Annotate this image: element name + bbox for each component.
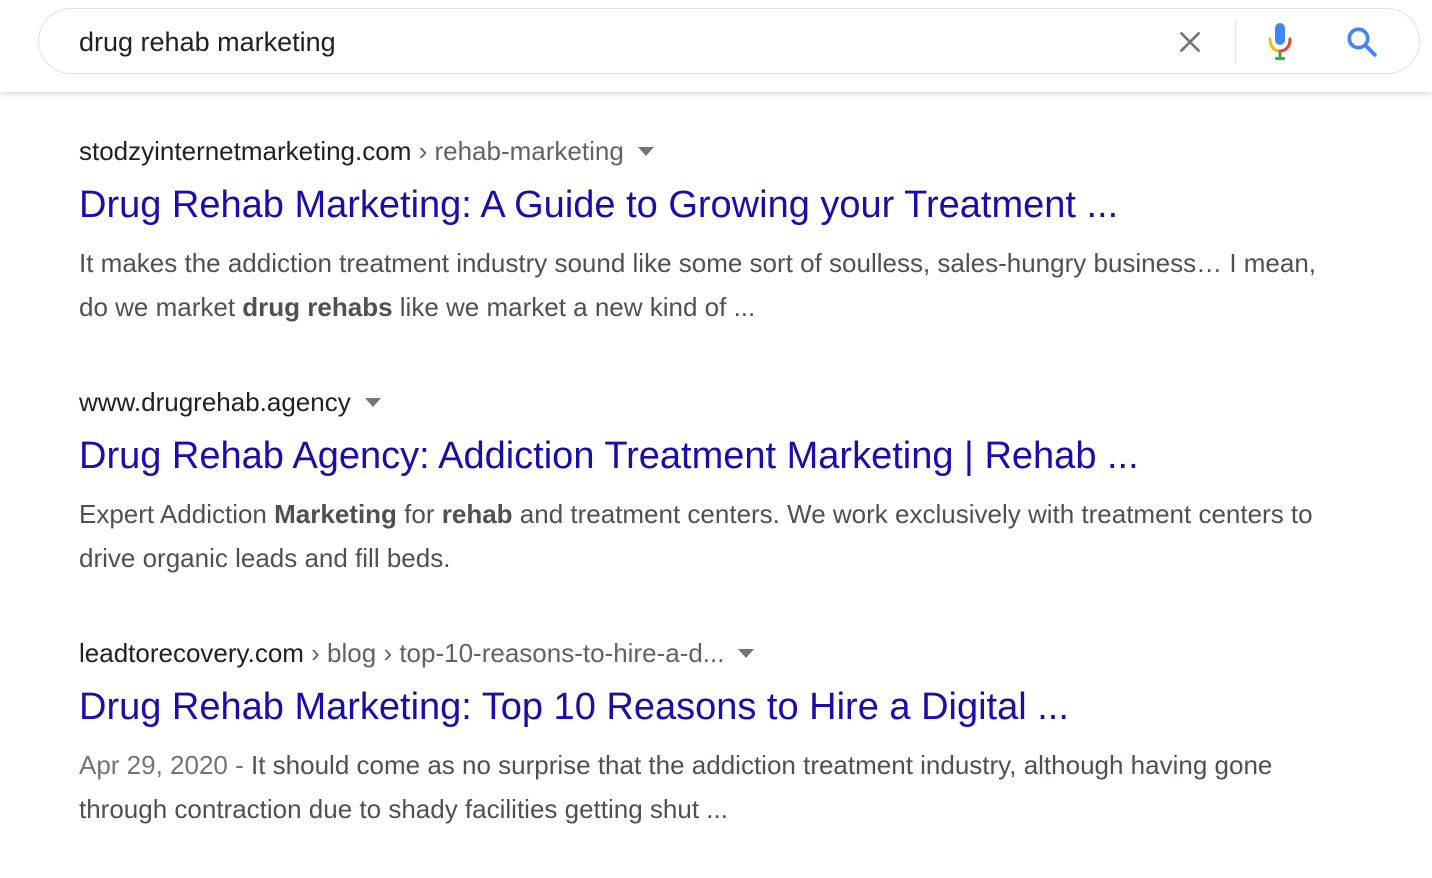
search-input[interactable] <box>79 23 1159 61</box>
result-path: › rehab-marketing <box>411 136 624 166</box>
search-box[interactable] <box>38 8 1420 74</box>
result-snippet: Expert Addiction Marketing for rehab and… <box>79 499 1313 573</box>
result-date: Apr 29, 2020 - <box>79 750 251 780</box>
search-result: leadtorecovery.com › blog › top-10-reaso… <box>79 627 1339 878</box>
result-domain: stodzyinternetmarketing.com <box>79 136 412 166</box>
chevron-down-icon[interactable] <box>738 648 755 658</box>
result-path: › blog › top-10-reasons-to-hire-a-d... <box>303 638 725 668</box>
search-result: stodzyinternetmarketing.com › rehab-mark… <box>79 125 1339 376</box>
search-button[interactable] <box>1341 21 1383 63</box>
result-title-link[interactable]: Drug Rehab Marketing: A Guide to Growing… <box>79 181 1118 229</box>
result-title-link[interactable]: Drug Rehab Marketing: Top 10 Reasons to … <box>79 683 1069 731</box>
search-header <box>0 0 1432 92</box>
result-url[interactable]: www.drugrehab.agency <box>79 386 381 418</box>
result-snippet: It makes the addiction treatment industr… <box>79 248 1317 322</box>
result-domain: www.drugrehab.agency <box>79 387 351 417</box>
close-icon <box>1180 32 1200 52</box>
result-domain: leadtorecovery.com <box>79 638 304 668</box>
voice-search-button[interactable] <box>1260 20 1300 64</box>
search-results: stodzyinternetmarketing.com › rehab-mark… <box>79 125 1339 878</box>
chevron-down-icon[interactable] <box>364 397 381 407</box>
microphone-icon <box>1268 23 1292 60</box>
search-icon <box>1347 27 1377 57</box>
result-url[interactable]: leadtorecovery.com › blog › top-10-reaso… <box>79 637 755 669</box>
result-snippet: Apr 29, 2020 - It should come as no surp… <box>79 750 1273 824</box>
result-title-link[interactable]: Drug Rehab Agency: Addiction Treatment M… <box>79 432 1139 480</box>
result-url[interactable]: stodzyinternetmarketing.com › rehab-mark… <box>79 135 654 167</box>
chevron-down-icon[interactable] <box>637 146 654 156</box>
search-box-divider <box>1235 21 1236 63</box>
clear-search-button[interactable] <box>1170 22 1210 62</box>
search-result: www.drugrehab.agency Drug Rehab Agency: … <box>79 376 1339 627</box>
